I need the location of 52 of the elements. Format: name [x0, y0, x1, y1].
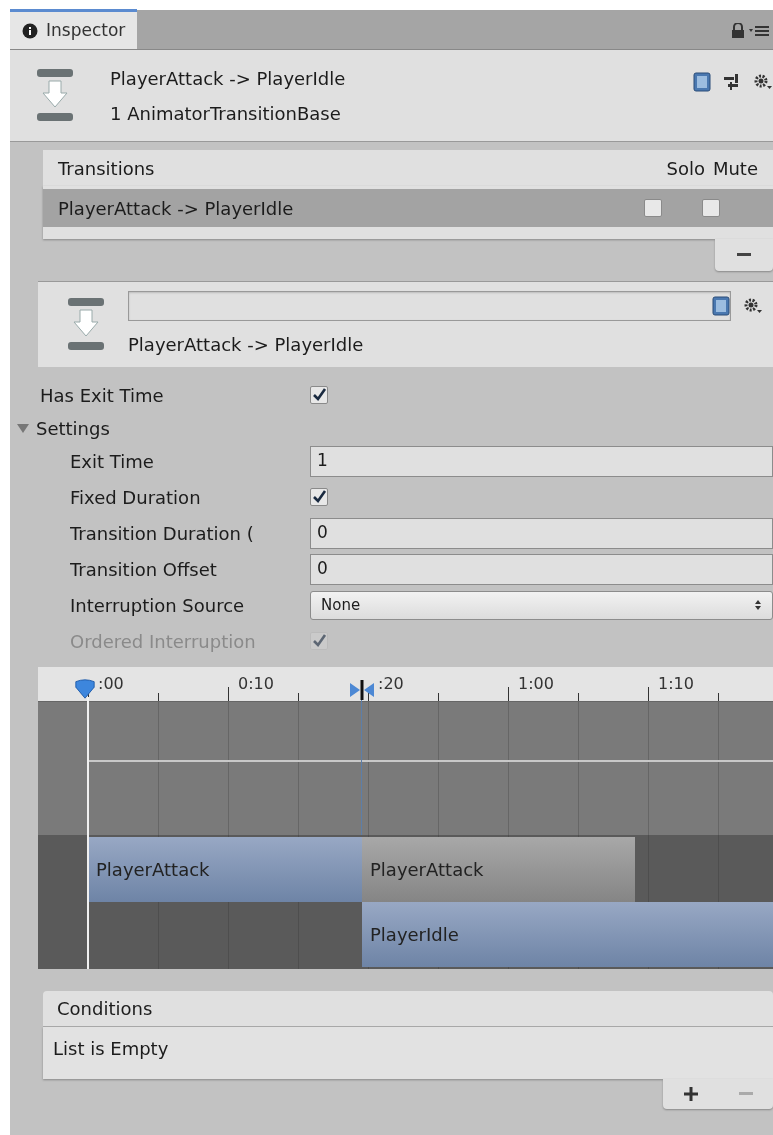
clip-bar[interactable]: PlayerIdle [362, 902, 773, 967]
field-label: Transition Offset [70, 557, 218, 582]
lock-icon[interactable] [731, 23, 745, 39]
minus-icon [737, 253, 751, 257]
playhead-marker-icon[interactable] [74, 677, 96, 701]
clip-bar[interactable]: PlayerAttack [88, 837, 362, 902]
field-label: Exit Time [70, 449, 155, 474]
help-book-icon[interactable] [712, 296, 730, 316]
checkbox[interactable] [702, 199, 720, 217]
tick-label: 1:00 [518, 673, 554, 695]
tick-label: 1:10 [658, 673, 694, 695]
transition-timeline[interactable]: :00 0:10 :20 1:00 1:10 PlayerAttack PlayerAttack PlayerIdle [38, 667, 773, 969]
tick-label: :00 [98, 673, 124, 695]
field-label: Has Exit Time [40, 383, 165, 408]
column-header: Transitions [58, 156, 156, 181]
number-field[interactable]: 0 [310, 517, 773, 549]
checkbox[interactable] [644, 199, 662, 217]
tick-label: 0:10 [238, 673, 274, 695]
clip-bar[interactable]: PlayerAttack [362, 837, 635, 902]
checkbox[interactable] [310, 386, 328, 404]
transition-name: PlayerAttack -> PlayerIdle [128, 333, 365, 357]
tick-label: :20 [378, 673, 404, 695]
number-field[interactable]: 0 [310, 553, 773, 585]
number-field[interactable]: 1 [310, 445, 773, 477]
transition-handle-icon[interactable] [348, 679, 376, 701]
checkbox[interactable] [310, 488, 328, 506]
empty-list-text: List is Empty [53, 1037, 169, 1061]
settings-icon[interactable] [753, 73, 773, 91]
field-label: Transition Duration ( [70, 521, 255, 546]
updown-arrows-icon [754, 599, 762, 611]
minus-icon [738, 1092, 753, 1096]
help-book-icon[interactable] [693, 72, 711, 92]
info-icon [22, 22, 38, 39]
column-header: Mute [712, 156, 758, 181]
transition-subtitle: 1 AnimatorTransitionBase [110, 101, 342, 126]
settings-icon[interactable] [743, 297, 763, 315]
remove-button[interactable] [715, 239, 773, 271]
menu-icon[interactable] [749, 24, 769, 38]
field-label: Ordered Interruption [70, 629, 257, 654]
conditions-header: Conditions [43, 991, 773, 1027]
dropdown[interactable]: None [310, 590, 773, 620]
inspector-tab[interactable]: Inspector [10, 9, 138, 49]
column-header: Solo [666, 156, 705, 181]
transition-row[interactable]: PlayerAttack -> PlayerIdle [43, 189, 773, 227]
plus-icon [683, 1087, 698, 1101]
sliders-icon[interactable] [723, 73, 741, 91]
field-label: Interruption Source [70, 593, 246, 618]
settings-foldout[interactable]: Settings [10, 413, 773, 443]
transition-title: PlayerAttack -> PlayerIdle [110, 66, 347, 91]
name-field[interactable] [128, 291, 731, 321]
foldout-arrow-icon [16, 421, 30, 435]
field-label: Fixed Duration [70, 485, 202, 510]
